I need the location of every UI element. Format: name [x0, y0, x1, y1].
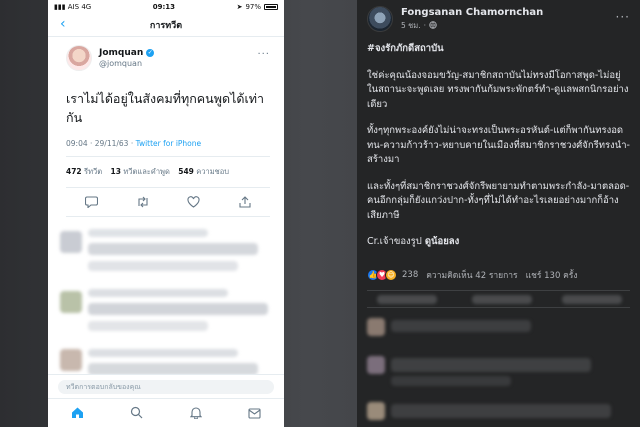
more-icon[interactable]: ··· [616, 10, 630, 24]
post-credit: Cr.เจ้าของรูป ดูน้อยลง [367, 235, 630, 250]
avatar[interactable] [367, 6, 393, 32]
post-action-bar [367, 289, 630, 308]
handle: @jomquan [99, 59, 143, 68]
like-stat[interactable]: 549 ความชอบ [178, 167, 229, 176]
avatar[interactable] [66, 45, 92, 71]
blurred-comments [357, 310, 640, 427]
quote-label: ทวีตและคำพูด [123, 167, 170, 176]
credit-text: Cr.เจ้าของรูป [367, 236, 425, 247]
blurred-text [88, 289, 228, 297]
bottom-tab-bar [48, 398, 284, 427]
blurred-action [562, 294, 622, 304]
blurred-text [391, 357, 591, 372]
twitter-phone-screenshot: ▮▮▮ AIS 4G 09:13 ➤ 97% ‹ การทวีต Jomquan [48, 0, 284, 427]
tweet-timestamp: 09:04 · 29/11/63 · [66, 139, 136, 148]
display-name[interactable]: Jomquan [99, 48, 143, 58]
blurred-text [88, 229, 208, 237]
quote-stat[interactable]: 13 ทวีตและคำพูด [111, 167, 170, 176]
globe-icon [429, 20, 437, 31]
quote-count: 13 [110, 167, 121, 176]
blurred-action [377, 294, 437, 304]
share-count[interactable]: แชร์ 130 ครั้ง [526, 268, 578, 282]
verified-badge-icon: ✓ [146, 49, 155, 57]
signal-icon: ▮▮▮ [54, 2, 68, 11]
tweet-nav-bar: ‹ การทวีต [48, 13, 284, 37]
tweet-stats: 472 รีทวีต 13 ทวีตและคำพูด 549 ความชอบ [66, 157, 270, 188]
tweet-text: เราไม่ได้อยู่ในสังคมที่ทุกคนพูดได้เท่ากั… [66, 91, 264, 125]
blurred-replies [48, 217, 284, 385]
tweet-meta: 09:04 · 29/11/63 · Twitter for iPhone [66, 139, 270, 157]
blurred-avatar [60, 349, 82, 371]
blurred-text [88, 349, 238, 357]
more-icon[interactable]: ··· [257, 49, 270, 60]
blurred-avatar [367, 317, 385, 336]
facebook-post: Fongsanan Chamornchan 5 ชม. · ··· #จงรัก… [357, 0, 640, 427]
like-icon[interactable] [187, 196, 201, 208]
retweet-stat[interactable]: 472 รีทวีต [66, 167, 102, 176]
messages-icon[interactable] [248, 404, 261, 423]
battery-icon [264, 3, 278, 10]
blurred-text [88, 243, 258, 255]
blurred-text [88, 303, 268, 315]
search-icon[interactable] [130, 404, 143, 423]
blurred-text [88, 321, 208, 331]
blurred-avatar [367, 401, 385, 420]
blurred-text [88, 261, 238, 271]
reaction-summary: 👍 ♥ ☺ 238 ความคิดเห็น 42 รายการ แชร์ 130… [357, 262, 640, 288]
status-bar: ▮▮▮ AIS 4G 09:13 ➤ 97% [48, 0, 284, 13]
battery-percent: 97% [245, 2, 261, 11]
author-name[interactable]: Fongsanan Chamornchan [401, 7, 543, 18]
nav-title: การทวีต [149, 20, 183, 31]
retweet-label: รีทวีต [84, 167, 103, 176]
tweet-author[interactable]: Jomquan ✓ @jomquan ··· [66, 45, 270, 71]
post-time[interactable]: 5 ชม. [401, 20, 421, 32]
notifications-icon[interactable] [189, 404, 202, 423]
blurred-avatar [60, 231, 82, 253]
share-icon[interactable] [238, 196, 252, 208]
post-header: Fongsanan Chamornchan 5 ชม. · ··· [357, 0, 640, 38]
blurred-text [391, 375, 511, 386]
clock: 09:13 [152, 2, 176, 11]
like-count: 549 [178, 167, 194, 176]
haha-reaction-icon: ☺ [385, 268, 397, 281]
back-chevron-icon[interactable]: ‹ [60, 16, 66, 32]
blurred-text [391, 319, 531, 332]
blurred-action [472, 294, 532, 304]
post-paragraph: ใช่ค่ะคุณน้องจอมขวัญ-สมาชิกสถาบันไม่ทรงม… [367, 69, 629, 110]
post-paragraph: และทั้งๆที่สมาชิกราชวงศ์จักรีพยายามทำตาม… [367, 180, 630, 221]
see-less-link[interactable]: ดูน้อยลง [425, 236, 459, 247]
like-label: ความชอบ [196, 167, 230, 176]
tweet-detail: Jomquan ✓ @jomquan ··· เราไม่ได้อยู่ในสั… [48, 37, 284, 217]
retweet-count: 472 [66, 167, 82, 176]
blurred-text [391, 403, 611, 418]
blurred-avatar [367, 355, 385, 374]
post-body: #จงรักภักดีสถาบัน ใช่ค่ะคุณน้องจอมขวัญ-ส… [357, 38, 640, 250]
hashtag[interactable]: #จงรักภักดีสถาบัน [367, 42, 630, 57]
carrier-label: AIS [67, 2, 80, 11]
tweet-source-link[interactable]: Twitter for iPhone [136, 139, 202, 148]
reply-icon[interactable] [85, 196, 99, 208]
location-icon: ➤ [236, 2, 243, 11]
retweet-icon[interactable] [136, 196, 150, 208]
tweet-actions [66, 188, 270, 217]
reply-bar: ทวีตการตอบกลับของคุณ [48, 374, 284, 398]
reaction-count[interactable]: 238 [402, 270, 418, 280]
network-label: 4G [81, 2, 92, 11]
comment-count[interactable]: ความคิดเห็น 42 รายการ [426, 268, 517, 282]
post-paragraph: ทั้งๆทุกพระองค์ยังไม่น่าจะทรงเป็นพระอรหั… [367, 125, 630, 165]
blurred-avatar [60, 291, 82, 313]
reply-input[interactable]: ทวีตการตอบกลับของคุณ [58, 380, 274, 394]
screenshot-collage: ▮▮▮ AIS 4G 09:13 ➤ 97% ‹ การทวีต Jomquan [0, 0, 640, 427]
home-icon[interactable] [71, 404, 84, 423]
